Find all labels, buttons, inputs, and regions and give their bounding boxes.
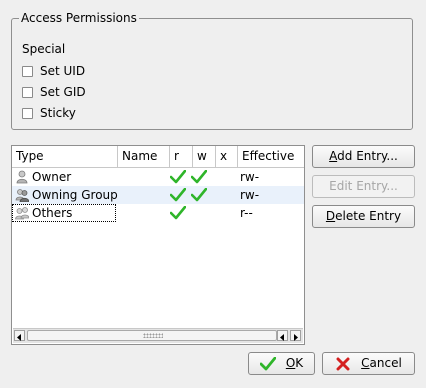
add-entry-button[interactable]: Add Entry... <box>312 145 415 168</box>
set-uid-checkbox-row[interactable]: Set UID <box>22 63 85 79</box>
horizontal-scrollbar[interactable] <box>13 328 303 343</box>
ok-mnemonic: O <box>285 356 296 370</box>
scroll-right-button[interactable] <box>290 330 301 341</box>
set-gid-checkbox[interactable] <box>22 86 33 98</box>
check-icon[interactable] <box>191 188 207 202</box>
check-icon[interactable] <box>191 170 207 184</box>
arrow-left-icon <box>280 334 284 341</box>
check-icon[interactable] <box>170 206 186 220</box>
column-header-r[interactable]: r <box>170 146 193 167</box>
column-header-w[interactable]: w <box>193 146 216 167</box>
grip-icon <box>143 333 163 338</box>
table-header: Type Name r w x Effective <box>12 146 304 168</box>
column-header-type[interactable]: Type <box>12 146 118 167</box>
table-row[interactable]: Others r-- <box>12 204 304 222</box>
add-entry-mnemonic: A <box>329 149 338 163</box>
cancel-button[interactable]: Cancel <box>322 352 415 375</box>
groupbox-title: Access Permissions <box>19 10 139 26</box>
table-row[interactable]: Owner rw- <box>12 168 304 186</box>
column-header-effective[interactable]: Effective <box>238 146 304 167</box>
set-uid-checkbox[interactable] <box>22 65 33 77</box>
type-cell: Others <box>12 204 116 222</box>
type-cell: Owning Group <box>12 186 118 204</box>
sticky-checkbox[interactable] <box>22 107 33 119</box>
scroll-left-button-secondary[interactable] <box>277 330 288 341</box>
set-gid-label[interactable]: Set GID <box>40 84 86 100</box>
group-icon <box>15 189 29 202</box>
effective-cell: rw- <box>240 188 260 202</box>
effective-cell: r-- <box>240 206 253 220</box>
add-entry-label: dd Entry... <box>337 149 398 163</box>
row-type-label: Others <box>32 206 73 220</box>
cancel-mnemonic: C <box>361 356 370 370</box>
edit-entry-button[interactable]: Edit Entry... <box>312 175 415 198</box>
delete-entry-label: elete Entry <box>335 209 402 223</box>
check-icon <box>259 356 276 370</box>
row-type-label: Owning Group <box>32 188 118 202</box>
sticky-label[interactable]: Sticky <box>40 105 76 121</box>
close-icon <box>336 357 350 370</box>
acl-table[interactable]: Type Name r w x Effective Owner rw- Owni… <box>11 145 305 345</box>
scrollbar-thumb[interactable] <box>27 330 277 341</box>
column-header-x[interactable]: x <box>216 146 238 167</box>
scroll-left-button[interactable] <box>14 330 25 341</box>
delete-entry-button[interactable]: Delete Entry <box>312 205 415 228</box>
ok-button[interactable]: OK <box>248 352 315 375</box>
arrow-right-icon <box>294 334 298 341</box>
check-icon[interactable] <box>170 170 186 184</box>
set-gid-checkbox-row[interactable]: Set GID <box>22 84 86 100</box>
ok-label: K <box>295 356 304 370</box>
cancel-label: ancel <box>369 356 402 370</box>
check-icon[interactable] <box>170 188 186 202</box>
set-uid-label[interactable]: Set UID <box>40 63 85 79</box>
effective-cell: rw- <box>240 170 260 184</box>
special-label: Special <box>22 42 66 56</box>
sticky-checkbox-row[interactable]: Sticky <box>22 105 76 121</box>
row-type-label: Owner <box>32 170 72 184</box>
table-row[interactable]: Owning Group rw- <box>12 186 304 204</box>
type-cell: Owner <box>12 168 118 186</box>
delete-entry-mnemonic: D <box>325 209 336 223</box>
user-icon <box>16 170 28 184</box>
arrow-left-icon <box>17 334 21 341</box>
column-header-name[interactable]: Name <box>118 146 170 167</box>
edit-entry-label: Edit Entry... <box>329 179 398 193</box>
others-icon <box>15 207 29 220</box>
